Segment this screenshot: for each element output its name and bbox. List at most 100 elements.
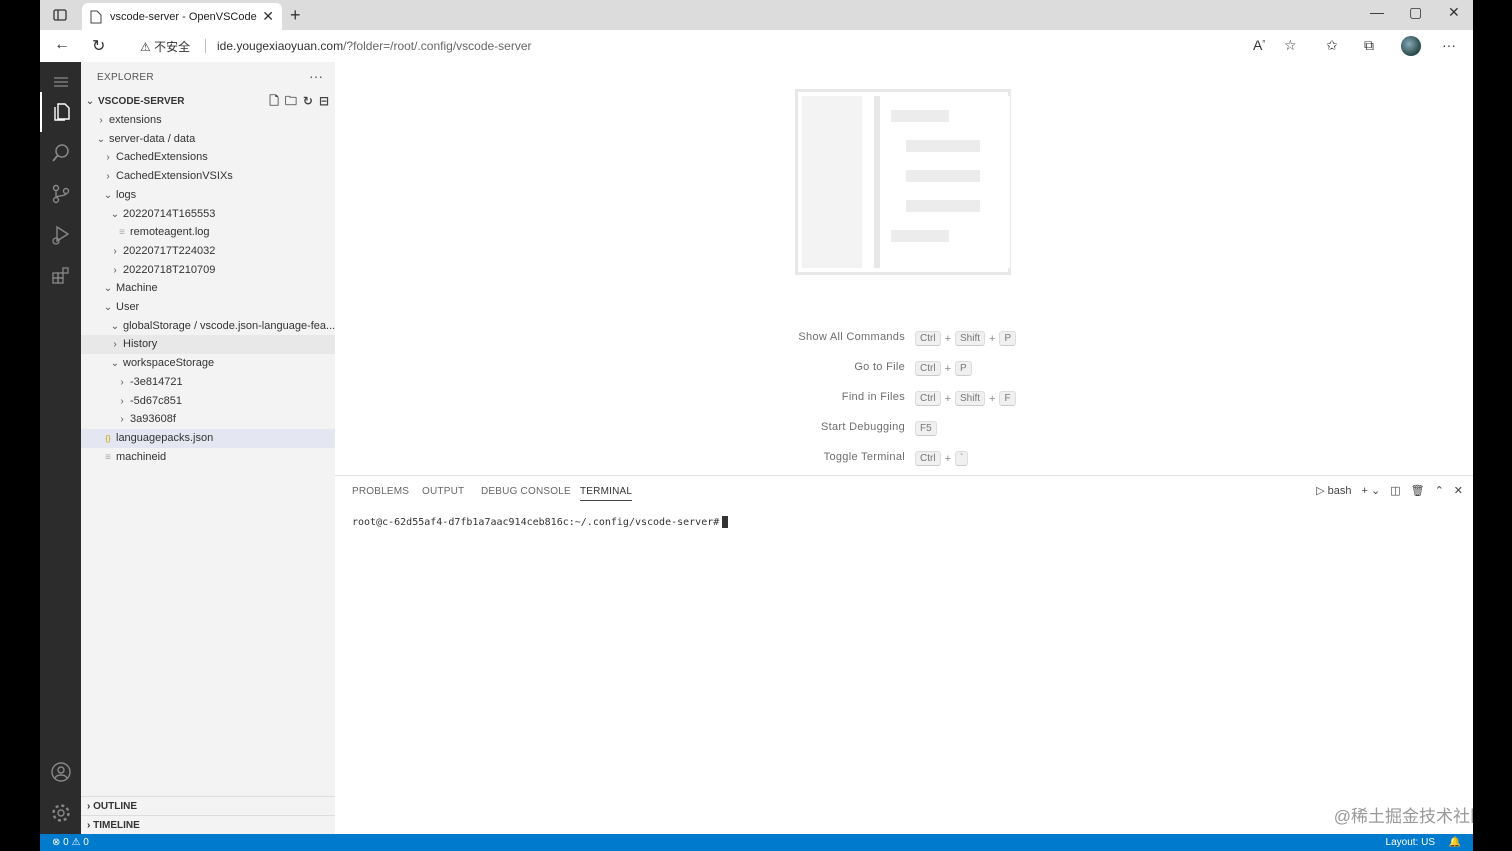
tree-folder[interactable]: › -3e814721 [81,373,335,392]
editor-area: Show All Commands Ctrl + Shift + P Go to File C… [335,62,1473,475]
new-terminal-icon[interactable]: + ⌄ [1361,484,1380,497]
add-favorite-icon[interactable]: ☆ [1284,37,1297,54]
security-warning[interactable]: ⚠ 不安全 [140,38,190,55]
tree-item-label: globalStorage / vscode.json-language-fea… [123,319,336,332]
reload-icon[interactable]: ↻ [92,36,105,56]
chevron-right-icon: › [106,171,110,183]
read-aloud-icon[interactable]: Aⁿ [1253,37,1265,53]
tree-folder[interactable]: › 3a93608f [81,410,335,429]
keyboard-layout[interactable]: Layout: US [1386,834,1435,851]
warning-icon: ⚠ [140,40,151,54]
explorer-more-icon[interactable]: ··· [309,68,323,84]
shortcut-row: Toggle Terminal Ctrl + ` [335,451,1473,471]
chevron-right-icon: › [87,801,91,812]
tree-folder[interactable]: › -5d67c851 [81,392,335,411]
outline-section[interactable]: › OUTLINE [81,796,335,816]
tree-file[interactable]: ≡ remoteagent.log [81,223,335,242]
tree-folder[interactable]: › History [81,335,335,355]
json-file-icon: {} [105,433,111,443]
key-cap: Ctrl [915,331,941,346]
trash-icon[interactable]: 🗑 [1411,484,1425,497]
more-icon[interactable]: ··· [1442,37,1456,53]
chevron-right-icon: › [120,376,124,388]
profile-avatar[interactable] [1401,36,1421,56]
chevron-down-icon: ⌄ [103,302,113,313]
accounts-icon[interactable] [40,752,81,792]
tree-folder[interactable]: ⌄ User [81,298,335,317]
terminal-cursor [722,516,729,528]
shortcut-keys: F5 [915,421,937,436]
chevron-right-icon: › [87,820,91,831]
key-cap: Ctrl [915,391,941,406]
tree-folder[interactable]: ⌄ logs [81,186,335,205]
run-debug-icon[interactable] [40,215,81,255]
tree-folder[interactable]: › 20220718T210709 [81,261,335,280]
back-icon[interactable]: ← [54,36,70,54]
url-field[interactable]: ide.yougexiaoyuan.com/?folder=/root/.con… [217,39,532,53]
tab-output[interactable]: OUTPUT [422,486,464,497]
collections-icon[interactable]: ⧉ [1364,37,1374,54]
maximize-icon[interactable]: ▢ [1409,4,1422,21]
new-file-icon[interactable]: 🗋 [269,92,279,111]
tree-folder[interactable]: ⌄ Machine [81,279,335,298]
workspace-root[interactable]: ⌄ VSCODE-SERVER 🗋 🗀 ↻ ⊟ [81,92,335,111]
settings-gear-icon[interactable] [40,793,81,833]
key-cap: Ctrl [915,451,941,466]
maximize-panel-icon[interactable]: ⌃ [1435,484,1444,497]
editor-watermark-logo [795,89,1011,275]
terminal-shell-selector[interactable]: ▷ bash [1316,484,1351,497]
tree-file[interactable]: ≡ machineid [81,448,335,467]
tab-terminal[interactable]: TERMINAL [580,486,633,501]
shortcut-row: Show All Commands Ctrl + Shift + P [335,331,1473,351]
tree-folder[interactable]: › CachedExtensions [81,148,335,167]
favorites-icon[interactable]: ✩ [1326,37,1338,54]
key-cap: ` [955,451,969,466]
tree-item-label: History [123,338,158,351]
tab-problems[interactable]: PROBLEMS [352,486,409,497]
tree-folder[interactable]: › 20220717T224032 [81,242,335,261]
key-cap: F [999,391,1016,406]
search-icon[interactable] [40,133,81,173]
split-terminal-icon[interactable]: ◫ [1390,484,1400,497]
key-cap: Shift [955,331,986,346]
close-tab-icon[interactable]: ✕ [262,8,274,25]
tab-debug-console[interactable]: DEBUG CONSOLE [481,486,571,497]
browser-tab[interactable]: vscode-server - OpenVSCode Se ✕ [82,3,282,30]
sidebar-toggle-icon[interactable] [52,7,68,23]
extensions-icon[interactable] [40,256,81,296]
new-folder-icon[interactable]: 🗀 [285,92,297,111]
explorer-icon[interactable] [40,92,81,132]
close-window-icon[interactable]: ✕ [1448,4,1460,21]
tree-item-label: 20220718T210709 [123,263,216,276]
tab-title: vscode-server - OpenVSCode Se [110,10,260,23]
chevron-right-icon: › [113,245,117,257]
timeline-section[interactable]: › TIMELINE [81,815,335,835]
notifications-bell-icon[interactable]: 🔔 [1449,834,1461,851]
tree-item-label: machineid [116,450,167,463]
tree-folder[interactable]: › extensions [81,111,335,130]
shortcut-keys: Ctrl + Shift + F [915,391,1016,406]
source-control-icon[interactable] [40,174,81,214]
tree-folder[interactable]: › CachedExtensionVSIXs [81,167,335,186]
tree-item-label: 20220717T224032 [123,244,216,257]
browser-tab-strip: vscode-server - OpenVSCode Se ✕ + — ▢ ✕ [40,0,1473,30]
shortcut-keys: Ctrl + P [915,361,972,376]
new-tab-button[interactable]: + [290,5,301,26]
text-file-icon: ≡ [105,451,111,463]
tree-file[interactable]: {} languagepacks.json [81,428,335,448]
key-cap: Ctrl [915,361,941,376]
key-cap: P [955,361,972,376]
tree-folder[interactable]: ⌄ globalStorage / vscode.json-language-fe… [81,317,335,336]
terminal-output[interactable]: root@c-62d55af4-d7fb1a7aac914ceb816c:~/.… [352,516,729,528]
minimize-icon[interactable]: — [1370,4,1384,20]
close-panel-icon[interactable]: ✕ [1454,484,1463,497]
chevron-right-icon: › [120,414,124,426]
collapse-all-icon[interactable]: ⊟ [319,92,329,111]
tree-folder[interactable]: ⌄ server-data / data [81,130,335,149]
tree-folder[interactable]: ⌄ workspaceStorage [81,354,335,373]
problems-status[interactable]: ⊗ 0 ⚠ 0 [52,834,89,851]
refresh-icon[interactable]: ↻ [303,92,313,111]
key-cap: P [999,331,1017,346]
chevron-right-icon: › [99,115,103,126]
tree-folder[interactable]: ⌄ 20220714T165553 [81,205,335,224]
